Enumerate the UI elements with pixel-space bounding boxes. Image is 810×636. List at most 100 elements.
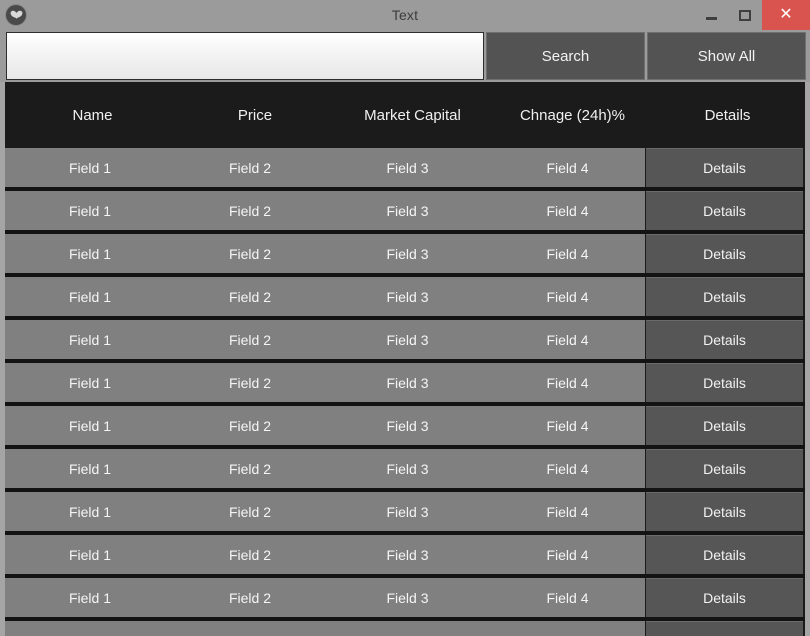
table-row: Field 1 Field 2 Field 3 Field 4 Details — [5, 320, 805, 363]
cell-market-capital: Field 3 — [386, 589, 429, 606]
details-button[interactable]: Details — [646, 277, 803, 316]
cell-name: Field 1 — [68, 417, 112, 434]
details-button[interactable]: Details — [646, 406, 803, 445]
table-row: Field 1 Field 2 Field 3 Field 4 Details — [5, 148, 805, 191]
table-row-fields: Field 1Field 2Field 3Field 4 — [5, 148, 645, 187]
table-row-fields: Field 1Field 2Field 3Field 4 — [5, 621, 645, 636]
table-header-row: Name Price Market Capital Chnage (24h)% … — [5, 82, 805, 148]
cell-price: Field 2 — [228, 503, 272, 520]
cell-price: Field 2 — [228, 245, 272, 262]
search-button[interactable]: Search — [486, 32, 645, 80]
cell-details: Details — [645, 234, 805, 273]
cell-details: Details — [645, 578, 805, 617]
cell-price: Field 2 — [228, 417, 272, 434]
cell-change-24h: Field 4 — [546, 460, 589, 477]
cell-name: Field 1 — [68, 331, 112, 348]
cell-change-24h: Field 4 — [546, 202, 589, 219]
cell-market-capital: Field 3 — [386, 159, 429, 176]
cell-price: Field 2 — [228, 374, 272, 391]
table-row: Field 1 Field 2 Field 3 Field 4 Details — [5, 191, 805, 234]
cell-price: Field 2 — [228, 159, 272, 176]
cell-change-24h: Field 4 — [546, 417, 589, 434]
table-row-fields: Field 1Field 2Field 3Field 4 — [5, 578, 645, 617]
table-row: Field 1 Field 2 Field 3 Field 4 Details — [5, 492, 805, 535]
table: Name Price Market Capital Chnage (24h)% … — [5, 82, 805, 636]
application-window: Text ✕ Search Show All Name Price Market… — [0, 0, 810, 636]
cell-details: Details — [645, 535, 805, 574]
cell-market-capital: Field 3 — [386, 417, 429, 434]
cell-details: Details — [645, 621, 805, 636]
cell-change-24h: Field 4 — [546, 331, 589, 348]
details-button[interactable]: Details — [646, 363, 803, 402]
table-row-fields: Field 1 Field 2 Field 3 Field 4 — [5, 363, 645, 402]
cell-name: Field 1 — [68, 288, 112, 305]
table-row-fields: Field 1 Field 2 Field 3 Field 4 — [5, 320, 645, 359]
table-row-fields: Field 1Field 2Field 3Field 4 — [5, 535, 645, 574]
cell-name: Field 1 — [68, 546, 112, 563]
cell-market-capital: Field 3 — [386, 374, 429, 391]
search-input[interactable] — [6, 32, 484, 80]
table-row: Field 1 Field 2 Field 3 Field 4 Details — [5, 277, 805, 320]
cell-name: Field 1 — [68, 374, 112, 391]
column-header-details: Details — [704, 106, 751, 124]
cell-details: Details — [645, 363, 805, 402]
cell-price: Field 2 — [228, 331, 272, 348]
cell-name: Field 1 — [5, 633, 175, 636]
details-button[interactable]: Details — [646, 191, 803, 230]
details-button[interactable]: Details — [646, 320, 803, 359]
cell-name: Field 1 — [68, 202, 112, 219]
cell-price: Field 2 — [228, 460, 272, 477]
column-header-name: Name — [72, 106, 113, 124]
details-button[interactable]: Details — [646, 234, 803, 273]
table-row-fields: Field 1Field 2Field 3Field 4 — [5, 492, 645, 531]
cell-change-24h: Field 4 — [546, 589, 589, 606]
details-button[interactable]: Details — [646, 449, 803, 488]
cell-price: Field 2 — [228, 288, 272, 305]
cell-details: Details — [645, 406, 805, 445]
cell-details: Details — [645, 320, 805, 359]
maximize-icon — [739, 9, 751, 21]
details-button[interactable]: Details — [646, 621, 803, 636]
cell-change-24h: Field 4 — [546, 503, 589, 520]
details-button[interactable]: Details — [646, 578, 803, 617]
table-row: Field 1 Field 2 Field 3 Field 4 Details — [5, 234, 805, 277]
cell-details: Details — [645, 449, 805, 488]
cell-price: Field 2 — [175, 633, 325, 636]
details-button[interactable]: Details — [646, 535, 803, 574]
table-row-fields: Field 1 Field 2 Field 3 Field 4 — [5, 191, 645, 230]
window-title: Text — [391, 7, 419, 23]
column-header-price: Price — [237, 106, 273, 124]
column-header-market-capital: Market Capital — [364, 106, 461, 124]
minimize-icon — [705, 16, 717, 20]
title-bar: Text ✕ — [0, 0, 810, 30]
cell-change-24h: Field 4 — [546, 546, 589, 563]
cell-name: Field 1 — [68, 460, 112, 477]
table-row: Field 1 Field 2 Field 3 Field 4 Details — [5, 406, 805, 449]
table-row: Field 1 Field 2 Field 3 Field 4 Details — [5, 449, 805, 492]
minimize-button[interactable] — [694, 0, 728, 30]
table-row-fields: Field 1Field 2Field 3Field 4 — [5, 449, 645, 488]
table-container: Name Price Market Capital Chnage (24h)% … — [0, 82, 810, 636]
window-left-edge — [0, 82, 5, 636]
window-right-edge — [805, 82, 810, 636]
table-row-fields: Field 1 Field 2 Field 3 Field 4 — [5, 406, 645, 445]
table-row: Field 1 Field 2 Field 3 Field 4 Details — [5, 363, 805, 406]
show-all-button[interactable]: Show All — [647, 32, 806, 80]
window-controls: ✕ — [694, 0, 810, 30]
cell-market-capital: Field 3 — [386, 202, 429, 219]
details-button[interactable]: Details — [646, 492, 803, 531]
cell-name: Field 1 — [68, 245, 112, 262]
cell-change-24h: Field 4 — [546, 374, 589, 391]
cell-market-capital: Field 3 — [386, 331, 429, 348]
cell-details: Details — [645, 191, 805, 230]
table-row: Field 1 Field 2 Field 3 Field 4 Details — [5, 535, 805, 578]
cell-details: Details — [645, 492, 805, 531]
cell-change-24h: Field 4 — [490, 633, 645, 636]
cell-price: Field 2 — [228, 202, 272, 219]
close-button[interactable]: ✕ — [762, 0, 810, 30]
details-button[interactable]: Details — [646, 148, 803, 187]
butterfly-icon — [6, 5, 26, 25]
maximize-button[interactable] — [728, 0, 762, 30]
cell-market-capital: Field 3 — [386, 288, 429, 305]
column-header-change-24h: Chnage (24h)% — [519, 106, 626, 124]
